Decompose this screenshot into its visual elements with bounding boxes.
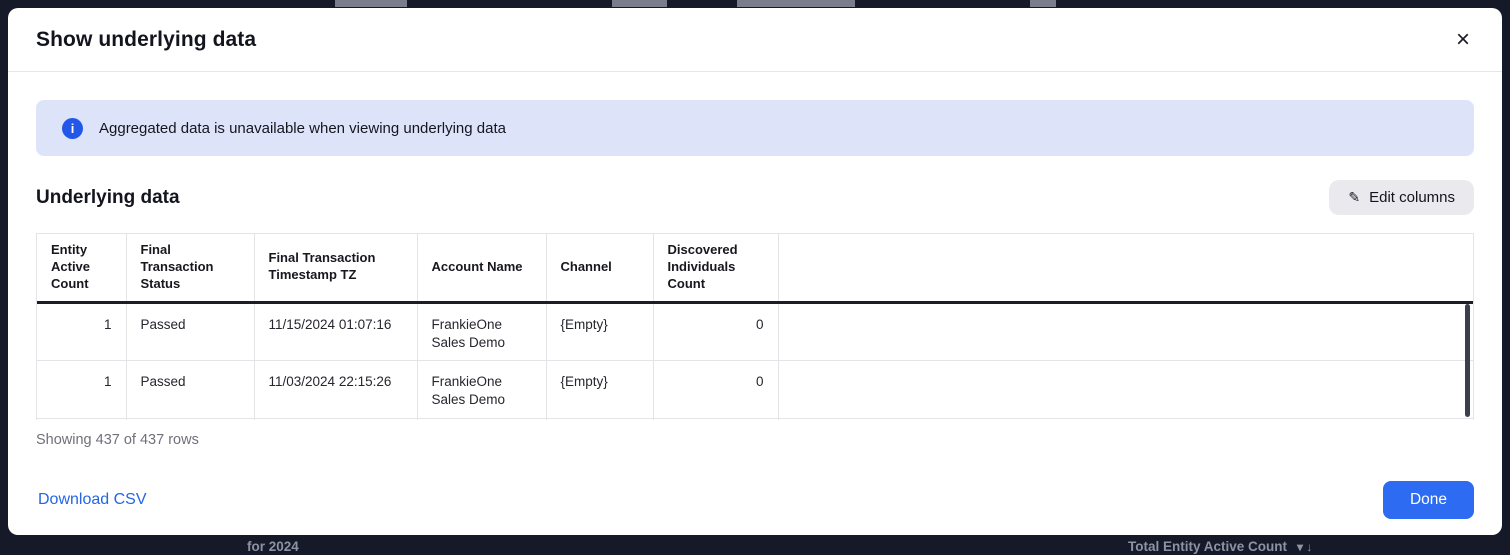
background-fragment	[335, 0, 407, 7]
table-row: 1 Passed 11/15/2024 01:07:16 FrankieOne …	[37, 302, 1473, 360]
table-cell: 0	[653, 361, 778, 418]
background-fragment	[612, 0, 667, 7]
pencil-icon: ✎	[1348, 189, 1360, 206]
info-banner: i Aggregated data is unavailable when vi…	[36, 100, 1474, 156]
table-header-row: Entity Active Count Final Transaction St…	[37, 234, 1473, 302]
background-fragment	[737, 0, 855, 7]
col-header-final-transaction-status: Final Transaction Status	[126, 234, 254, 302]
section-heading: Underlying data	[36, 187, 180, 209]
modal-title: Show underlying data	[36, 28, 256, 52]
col-header-final-transaction-timestamp-tz: Final Transaction Timestamp TZ	[254, 234, 417, 302]
table-cell: Passed	[126, 361, 254, 418]
background-column-header-fragment: Total Entity Active Count▾ ↓	[1128, 539, 1312, 554]
row-count-status: Showing 437 of 437 rows	[36, 432, 1474, 448]
modal-header: Show underlying data ×	[8, 8, 1502, 72]
modal-footer: Download CSV Done	[8, 481, 1502, 535]
table-row: 1 Passed 11/03/2024 22:15:26 FrankieOne …	[37, 361, 1473, 418]
table-cell: 0	[653, 302, 778, 360]
show-underlying-data-modal: Show underlying data × i Aggregated data…	[8, 8, 1502, 535]
table-scrollbar[interactable]	[1465, 304, 1470, 417]
underlying-data-table: Entity Active Count Final Transaction St…	[36, 233, 1474, 420]
background-fragment	[1030, 0, 1056, 7]
download-csv-link[interactable]: Download CSV	[38, 491, 147, 509]
edit-columns-button[interactable]: ✎ Edit columns	[1329, 180, 1474, 215]
edit-columns-label: Edit columns	[1369, 189, 1455, 206]
table-cell: 11/03/2024 22:15:26	[254, 361, 417, 418]
info-icon: i	[62, 118, 83, 139]
background-text-fragment: for 2024	[247, 539, 299, 554]
table-cell: {Empty}	[546, 302, 653, 360]
col-header-empty	[778, 234, 1473, 302]
table-cell: Passed	[126, 302, 254, 360]
col-header-channel: Channel	[546, 234, 653, 302]
table-row-partial	[37, 418, 1473, 420]
section-row: Underlying data ✎ Edit columns	[36, 180, 1474, 215]
table-cell: FrankieOne Sales Demo	[417, 302, 546, 360]
close-icon[interactable]: ×	[1452, 24, 1474, 56]
table-cell-empty	[778, 361, 1473, 418]
table-cell: FrankieOne Sales Demo	[417, 361, 546, 418]
sort-arrow-icon: ↓	[1306, 540, 1312, 554]
table-cell-empty	[778, 302, 1473, 360]
col-header-discovered-individuals-count: Discovered Individuals Count	[653, 234, 778, 302]
col-header-entity-active-count: Entity Active Count	[37, 234, 126, 302]
col-header-account-name: Account Name	[417, 234, 546, 302]
table-cell: 11/15/2024 01:07:16	[254, 302, 417, 360]
table-cell: 1	[37, 302, 126, 360]
done-button[interactable]: Done	[1383, 481, 1474, 519]
table-cell: 1	[37, 361, 126, 418]
info-banner-text: Aggregated data is unavailable when view…	[99, 120, 506, 137]
sort-caret-icon: ▾	[1297, 540, 1303, 554]
table-cell: {Empty}	[546, 361, 653, 418]
modal-body: i Aggregated data is unavailable when vi…	[8, 72, 1502, 481]
